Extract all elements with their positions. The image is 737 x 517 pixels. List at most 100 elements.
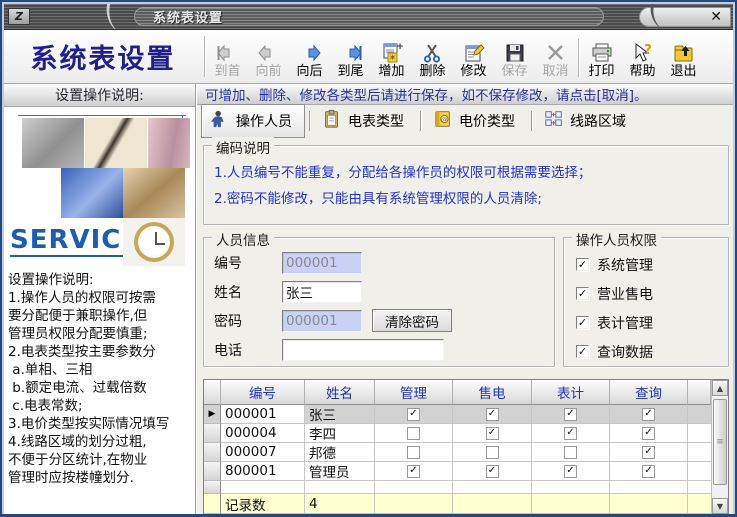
cell-check: ✓ xyxy=(453,424,532,443)
cancel-icon xyxy=(545,40,567,64)
grid-checkbox-icon[interactable]: ✓ xyxy=(407,408,420,421)
collage-hline-decor xyxy=(18,115,186,116)
scroll-up-icon[interactable]: ▲ xyxy=(712,380,728,396)
grid-checkbox-icon[interactable]: ✓ xyxy=(564,427,577,440)
tab-线路区域[interactable]: + +线路区域 xyxy=(536,105,638,137)
svg-text:+: + xyxy=(551,112,556,119)
column-header-表计[interactable]: 表计 xyxy=(532,380,610,405)
app-logo-icon[interactable]: Z xyxy=(8,8,30,25)
permission-系统管理[interactable]: ✓系统管理 xyxy=(576,250,720,279)
toolbar-button-label: 向前 xyxy=(255,65,281,79)
instruction-line: 管理员权限分配要慎重; xyxy=(8,325,193,343)
grid-cell xyxy=(688,462,711,481)
grid-cell xyxy=(375,481,453,494)
grid-checkbox-icon[interactable]: ✓ xyxy=(642,408,655,421)
clear-password-button[interactable]: 清除密码 xyxy=(372,309,452,332)
add-record-icon: ✶ + xyxy=(381,40,403,64)
sidebar: 设置操作说明: SERVICE 设置操作说明:1.操作人员的权限可按需要分配便于… xyxy=(4,84,196,516)
grid-cell xyxy=(688,481,711,494)
collage-photo-metal xyxy=(22,118,84,168)
instruction-line: 管理时应按楼幢划分. xyxy=(8,469,193,487)
cell-id: 000007 xyxy=(221,443,305,462)
toolbar-button-保存: 保存 xyxy=(494,33,535,83)
grid-checkbox-icon[interactable]: ✓ xyxy=(642,465,655,478)
grid-checkbox-icon[interactable]: ✓ xyxy=(564,408,577,421)
notice-bar: 可增加、删除、修改各类型后请进行保存，如不保存修改，请点击[取消]。 xyxy=(197,84,733,105)
grid-checkbox-icon[interactable]: ✓ xyxy=(486,465,499,478)
tab-电价类型[interactable]: @电价类型 xyxy=(425,105,527,137)
checkbox-icon[interactable]: ✓ xyxy=(576,345,589,358)
cell-check xyxy=(375,443,453,462)
tab-电表类型[interactable]: 电表类型 xyxy=(314,105,416,137)
grid-checkbox-icon[interactable] xyxy=(564,446,577,459)
column-header-查询[interactable]: 查询 xyxy=(610,380,688,405)
checkbox-icon[interactable]: ✓ xyxy=(576,258,589,271)
instruction-line: c.电表常数; xyxy=(8,397,193,415)
permission-查询数据[interactable]: ✓查询数据 xyxy=(576,337,720,366)
collage-photo-pencils xyxy=(148,118,190,168)
grid-checkbox-icon[interactable] xyxy=(486,446,499,459)
sidebar-instructions: 设置操作说明:1.操作人员的权限可按需要分配便于兼职操作,但管理员权限分配要慎重… xyxy=(4,267,195,487)
permission-营业售电[interactable]: ✓营业售电 xyxy=(576,279,720,308)
toolbar-button-删除[interactable]: 删除 xyxy=(412,33,453,83)
field-input-电话[interactable] xyxy=(282,339,444,361)
svg-text:+: + xyxy=(551,120,556,127)
field-input-密码[interactable] xyxy=(282,310,362,332)
toolbar-button-修改[interactable]: 修改 xyxy=(453,33,494,83)
field-row-电话: 电话 xyxy=(214,335,546,364)
permissions-title: 操作人员权限 xyxy=(572,229,661,249)
person-info-group: 人员信息 编号姓名密码清除密码电话 xyxy=(203,237,555,367)
close-icon[interactable]: ✕ xyxy=(710,10,722,24)
table-row[interactable]: ▶000001张三✓✓✓✓ xyxy=(204,405,711,424)
grid-checkbox-icon[interactable]: ✓ xyxy=(642,427,655,440)
grid-checkbox-icon[interactable]: ✓ xyxy=(486,427,499,440)
toolbar-button-label: 向后 xyxy=(296,65,322,79)
permission-items: ✓系统管理✓营业售电✓表计管理✓查询数据 xyxy=(576,250,720,366)
checkbox-icon[interactable]: ✓ xyxy=(576,287,589,300)
permission-表计管理[interactable]: ✓表计管理 xyxy=(576,308,720,337)
cell-check: ✓ xyxy=(610,443,688,462)
vertical-scrollbar[interactable]: ▲ ≡ ▼ xyxy=(711,380,728,514)
column-header-管理[interactable]: 管理 xyxy=(375,380,453,405)
vertical-scroll-track[interactable] xyxy=(712,488,728,498)
vertical-scroll-thumb[interactable]: ≡ xyxy=(713,399,727,485)
field-label: 姓名 xyxy=(214,282,282,302)
grid-cell xyxy=(610,481,688,494)
grid-cell xyxy=(532,481,610,494)
tab-label: 操作人员 xyxy=(236,111,292,131)
grid-checkbox-icon[interactable]: ✓ xyxy=(486,408,499,421)
toolbar-group-separator xyxy=(578,39,579,77)
field-input-编号[interactable] xyxy=(282,252,362,274)
grid-cell xyxy=(688,424,711,443)
table-row[interactable]: 800001管理员✓✓✓✓ xyxy=(204,462,711,481)
toolbar-button-到尾[interactable]: 到尾 xyxy=(330,33,371,83)
pocket-watch-icon xyxy=(134,222,174,262)
checkbox-icon[interactable]: ✓ xyxy=(576,316,589,329)
field-input-姓名[interactable] xyxy=(282,281,362,303)
column-header-编号[interactable]: 编号 xyxy=(221,380,305,405)
scroll-down-icon[interactable]: ▼ xyxy=(712,498,728,514)
cell-check: ✓ xyxy=(532,405,610,424)
table-row[interactable]: 000004李四✓✓✓ xyxy=(204,424,711,443)
column-header-姓名[interactable]: 姓名 xyxy=(305,380,375,405)
grid-cell xyxy=(453,481,532,494)
cell-check: ✓ xyxy=(453,405,532,424)
tab-操作人员[interactable]: 操作人员 xyxy=(201,104,305,138)
toolbar-button-打印[interactable]: 打印 xyxy=(581,33,622,83)
print-icon xyxy=(591,40,613,64)
grid-checkbox-icon[interactable] xyxy=(407,427,420,440)
column-header-售电[interactable]: 售电 xyxy=(453,380,532,405)
instruction-line: 1.操作人员的权限可按需 xyxy=(8,289,193,307)
toolbar-button-向后[interactable]: 向后 xyxy=(289,33,330,83)
sidebar-header: 设置操作说明: xyxy=(4,84,195,107)
toolbar-button-增加[interactable]: ✶ +增加 xyxy=(371,33,412,83)
grid-checkbox-icon[interactable]: ✓ xyxy=(642,446,655,459)
collage-photo-pen xyxy=(85,118,147,168)
toolbar-button-退出[interactable]: 退出 xyxy=(663,33,704,83)
grid-checkbox-icon[interactable]: ✓ xyxy=(407,465,420,478)
grid-checkbox-icon[interactable]: ✓ xyxy=(564,465,577,478)
toolbar-button-帮助[interactable]: ?帮助 xyxy=(622,33,663,83)
grid-checkbox-icon[interactable] xyxy=(407,446,420,459)
permissions-group: 操作人员权限 ✓系统管理✓营业售电✓表计管理✓查询数据 xyxy=(563,237,729,367)
table-row[interactable]: 000007邦德✓ xyxy=(204,443,711,462)
